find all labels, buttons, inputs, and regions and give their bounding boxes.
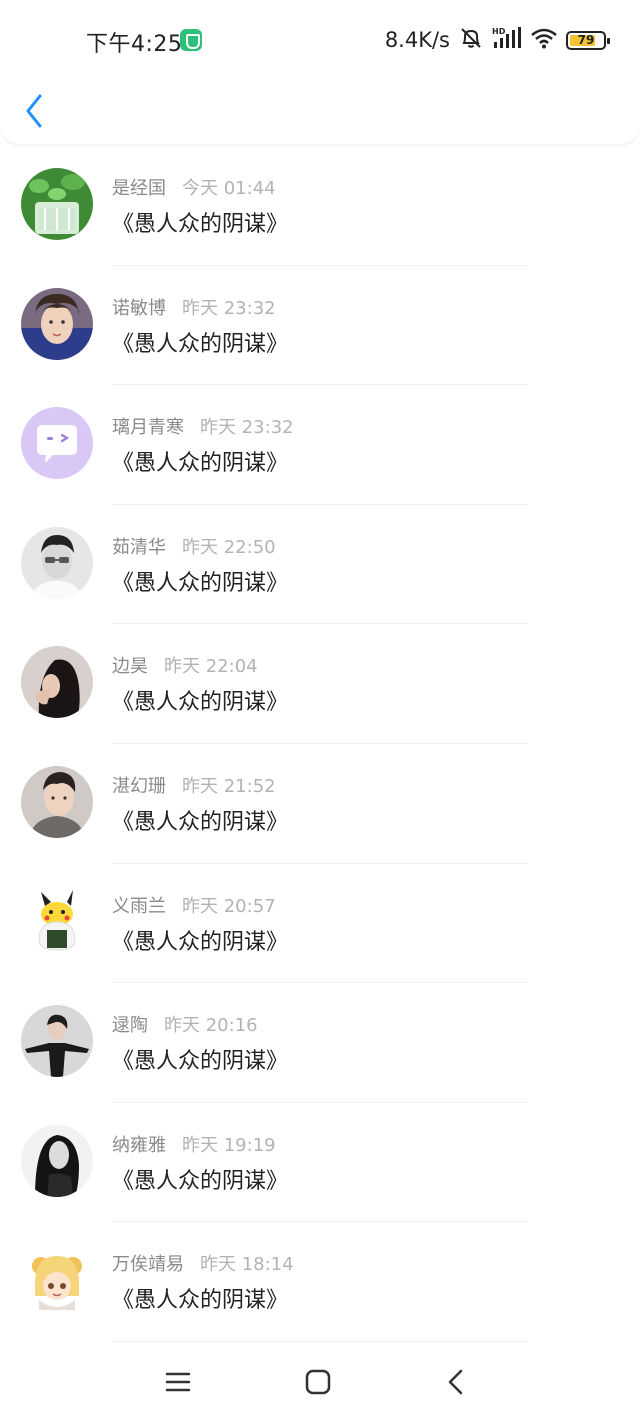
sender-name: 诺敏博 [112, 297, 166, 319]
message-time: 昨天 23:32 [182, 297, 276, 319]
sender-line: 逯陶 昨天 20:16 [112, 1011, 258, 1037]
message-list: 是经国 今天 01:44 《愚人众的阴谋》 诺敏博 昨天 23:32 《愚人众的阴谋… [0, 146, 640, 1342]
list-item[interactable]: 是经国 今天 01:44 《愚人众的阴谋》 [0, 146, 640, 266]
message-text: 《愚人众的阴谋》 [112, 690, 289, 716]
sender-name: 纳雍雅 [112, 1134, 166, 1156]
network-speed: 8.4K/s [384, 28, 450, 52]
wifi-icon [530, 27, 558, 53]
message-text: 《愚人众的阴谋》 [112, 1168, 289, 1194]
list-item[interactable]: 湛幻珊 昨天 21:52 《愚人众的阴谋》 [0, 744, 640, 864]
battery-level: 79 [577, 33, 595, 47]
system-nav-bar [0, 1340, 640, 1423]
message-time: 昨天 22:50 [182, 536, 276, 558]
sender-name: 湛幻珊 [112, 775, 166, 797]
hd-signal-icon: HD [492, 26, 522, 54]
system-back-button[interactable] [436, 1362, 476, 1402]
bell-muted-icon [458, 25, 484, 55]
message-time: 昨天 20:16 [164, 1015, 258, 1037]
avatar [21, 885, 93, 958]
avatar [21, 1005, 93, 1078]
avatar [21, 646, 93, 719]
sender-line: 是经国 今天 01:44 [112, 174, 276, 200]
sender-name: 逯陶 [112, 1015, 148, 1037]
sender-name: 是经国 [112, 178, 166, 199]
message-text: 《愚人众的阴谋》 [112, 451, 289, 477]
screen: 下午4:25 8.4K/s HD 79 是经国 今天 01:44 《愚人众的阴谋… [0, 0, 640, 1423]
avatar [21, 526, 93, 599]
message-time: 昨天 18:14 [200, 1254, 294, 1276]
list-item[interactable]: 诺敏博 昨天 23:32 《愚人众的阴谋》 [0, 266, 640, 386]
message-text: 《愚人众的阴谋》 [112, 212, 289, 237]
message-time: 昨天 21:52 [182, 775, 276, 797]
status-time: 下午4:25 [86, 32, 183, 57]
list-item[interactable]: 万俟靖易 昨天 18:14 《愚人众的阴谋》 [0, 1222, 640, 1342]
message-time: 昨天 20:57 [182, 895, 276, 917]
sender-line: 万俟靖易 昨天 18:14 [112, 1250, 294, 1276]
sender-line: 义雨兰 昨天 20:57 [112, 892, 276, 918]
status-right-group: 8.4K/s HD 79 [384, 24, 610, 56]
sender-name: 万俟靖易 [112, 1254, 184, 1276]
sender-line: 湛幻珊 昨天 21:52 [112, 772, 276, 798]
avatar [21, 407, 93, 480]
sender-line: 璃月青寒 昨天 23:32 [112, 413, 294, 439]
back-button[interactable] [18, 90, 54, 132]
list-item[interactable]: 璃月青寒 昨天 23:32 《愚人众的阴谋》 [0, 385, 640, 505]
chevron-left-icon [26, 94, 42, 128]
avatar [21, 1244, 93, 1317]
sender-name: 边昊 [112, 656, 148, 678]
sender-name: 义雨兰 [112, 895, 166, 917]
list-item[interactable]: 茹清华 昨天 22:50 《愚人众的阴谋》 [0, 505, 640, 625]
sender-name: 茹清华 [112, 536, 166, 558]
message-time: 昨天 22:04 [164, 656, 258, 678]
menu-button[interactable] [158, 1362, 198, 1402]
home-button[interactable] [298, 1362, 338, 1402]
list-item[interactable]: 逯陶 昨天 20:16 《愚人众的阴谋》 [0, 983, 640, 1103]
message-text: 《愚人众的阴谋》 [112, 570, 289, 596]
list-item[interactable]: 纳雍雅 昨天 19:19 《愚人众的阴谋》 [0, 1103, 640, 1223]
list-item[interactable]: 边昊 昨天 22:04 《愚人众的阴谋》 [0, 624, 640, 744]
sender-name: 璃月青寒 [112, 417, 184, 439]
back-triangle-icon [448, 1369, 463, 1395]
message-time: 今天 01:44 [182, 178, 276, 199]
sender-line: 边昊 昨天 22:04 [112, 652, 258, 678]
message-time: 昨天 19:19 [182, 1134, 276, 1156]
avatar [21, 765, 93, 838]
security-shield-icon [180, 29, 202, 51]
sender-line: 纳雍雅 昨天 19:19 [112, 1131, 276, 1157]
list-item[interactable]: 义雨兰 昨天 20:57 《愚人众的阴谋》 [0, 864, 640, 984]
message-text: 《愚人众的阴谋》 [112, 1049, 289, 1075]
message-time: 昨天 23:32 [200, 417, 294, 439]
sender-line: 诺敏博 昨天 23:32 [112, 294, 276, 320]
avatar [21, 1124, 93, 1197]
message-text: 《愚人众的阴谋》 [112, 331, 289, 357]
status-bar: 下午4:25 8.4K/s HD 79 [0, 0, 640, 80]
avatar [21, 168, 93, 240]
message-text: 《愚人众的阴谋》 [112, 929, 289, 955]
sender-line: 茹清华 昨天 22:50 [112, 533, 276, 559]
menu-icon [165, 1372, 191, 1392]
avatar [21, 287, 93, 360]
message-text: 《愚人众的阴谋》 [112, 1288, 289, 1314]
header [0, 80, 640, 144]
home-square-icon [305, 1369, 331, 1395]
message-text: 《愚人众的阴谋》 [112, 809, 289, 835]
battery-icon: 79 [566, 30, 610, 50]
svg-text:HD: HD [492, 27, 506, 36]
